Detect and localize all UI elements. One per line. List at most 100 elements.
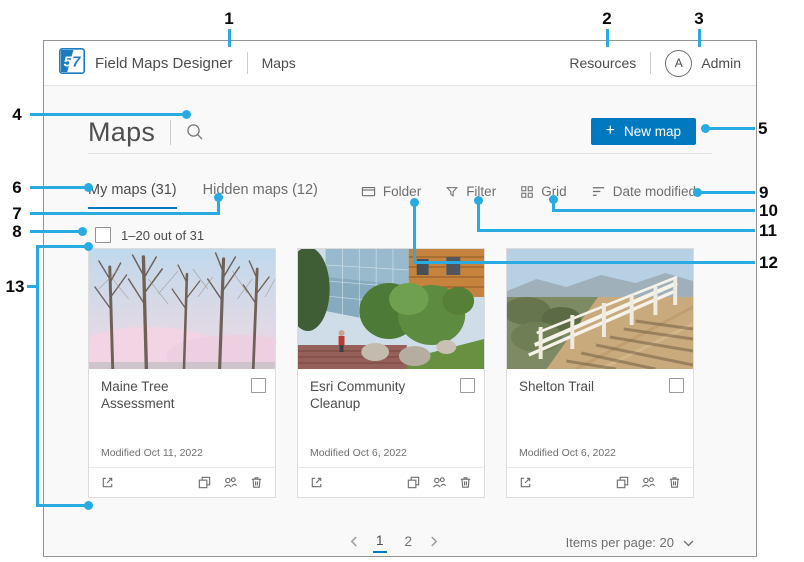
callout-12: 12 bbox=[759, 253, 785, 273]
map-title: Maine Tree Assessment bbox=[101, 379, 245, 413]
map-card-body: Esri Community Cleanup Modified Oct 6, 2… bbox=[298, 369, 484, 468]
delete-icon[interactable] bbox=[458, 475, 473, 490]
callout-8-dot bbox=[78, 227, 87, 236]
page-title: Maps bbox=[88, 117, 155, 148]
map-thumbnail bbox=[298, 249, 484, 369]
items-per-page-label: Items per page: 20 bbox=[566, 535, 674, 550]
map-checkbox[interactable] bbox=[460, 378, 475, 393]
app-window: 5 7 Field Maps Designer Maps Resources A… bbox=[43, 40, 757, 557]
plus-icon: + bbox=[606, 123, 615, 139]
username[interactable]: Admin bbox=[701, 55, 741, 71]
map-card-footer bbox=[89, 467, 275, 497]
callout-1: 1 bbox=[222, 9, 236, 29]
resources-link[interactable]: Resources bbox=[569, 55, 636, 71]
callout-6-line bbox=[30, 186, 86, 189]
duplicate-icon[interactable] bbox=[197, 475, 212, 490]
callout-13-bottom-dot bbox=[84, 501, 93, 510]
callout-7: 7 bbox=[6, 204, 28, 224]
share-group-icon[interactable] bbox=[641, 475, 656, 490]
avatar-initial: A bbox=[675, 56, 683, 70]
callout-2: 2 bbox=[600, 9, 614, 29]
callout-10-line bbox=[552, 209, 755, 212]
title-rule bbox=[88, 153, 712, 154]
filter-icon bbox=[445, 185, 459, 199]
callout-9: 9 bbox=[759, 183, 785, 203]
map-title: Esri Community Cleanup bbox=[310, 379, 454, 413]
selection-row: 1–20 out of 31 bbox=[95, 227, 204, 243]
sort-label: Date modified bbox=[613, 184, 696, 199]
map-title: Shelton Trail bbox=[519, 379, 663, 396]
pagination: 1 2 bbox=[324, 533, 464, 553]
select-all-checkbox[interactable] bbox=[95, 227, 111, 243]
prev-page-icon[interactable] bbox=[350, 536, 358, 550]
map-card[interactable]: Maine Tree Assessment Modified Oct 11, 2… bbox=[88, 248, 276, 498]
callout-6: 6 bbox=[6, 178, 28, 198]
page-2[interactable]: 2 bbox=[402, 534, 416, 552]
callout-11-dot bbox=[474, 196, 483, 205]
sort-icon bbox=[591, 185, 606, 198]
map-card-body: Maine Tree Assessment Modified Oct 11, 2… bbox=[89, 369, 275, 468]
callout-9-line bbox=[700, 191, 755, 194]
app-title: Field Maps Designer bbox=[95, 55, 233, 72]
callout-12-dot bbox=[410, 198, 419, 207]
folder-icon bbox=[361, 184, 376, 199]
callout-11: 11 bbox=[759, 221, 785, 241]
callout-5-dot bbox=[701, 124, 710, 133]
folder-label: Folder bbox=[383, 184, 421, 199]
callout-13-bottom-line bbox=[38, 504, 88, 507]
new-map-button[interactable]: + New map bbox=[591, 118, 696, 145]
open-map-icon[interactable] bbox=[518, 475, 533, 490]
map-modified-date: Modified Oct 6, 2022 bbox=[310, 447, 407, 459]
maps-tabs: My maps (31) Hidden maps (12) bbox=[88, 182, 318, 209]
callout-5: 5 bbox=[758, 119, 784, 139]
folder-button[interactable]: Folder bbox=[361, 184, 421, 199]
list-toolbar: Folder Filter Grid bbox=[361, 184, 696, 199]
callout-12-line-2 bbox=[413, 203, 416, 264]
map-card[interactable]: Esri Community Cleanup Modified Oct 6, 2… bbox=[297, 248, 485, 498]
map-card-grid: Maine Tree Assessment Modified Oct 11, 2… bbox=[88, 248, 694, 498]
new-map-label: New map bbox=[624, 124, 681, 139]
search-icon[interactable] bbox=[186, 123, 204, 141]
page-1[interactable]: 1 bbox=[373, 533, 387, 553]
duplicate-icon[interactable] bbox=[406, 475, 421, 490]
map-card[interactable]: Shelton Trail Modified Oct 6, 2022 bbox=[506, 248, 694, 498]
avatar[interactable]: A bbox=[665, 50, 692, 77]
grid-view-button[interactable]: Grid bbox=[520, 184, 567, 199]
callout-3: 3 bbox=[692, 9, 706, 29]
app-header: 5 7 Field Maps Designer Maps Resources A… bbox=[44, 41, 756, 86]
delete-icon[interactable] bbox=[667, 475, 682, 490]
map-thumbnail bbox=[507, 249, 693, 369]
duplicate-icon[interactable] bbox=[615, 475, 630, 490]
callout-1-line bbox=[228, 29, 231, 47]
callout-4-dot bbox=[182, 110, 191, 119]
map-modified-date: Modified Oct 11, 2022 bbox=[101, 447, 203, 459]
map-checkbox[interactable] bbox=[251, 378, 266, 393]
map-thumbnail bbox=[89, 249, 275, 369]
tab-my-maps[interactable]: My maps (31) bbox=[88, 182, 177, 209]
callout-13-bracket bbox=[36, 245, 39, 507]
map-card-footer bbox=[298, 467, 484, 497]
open-map-icon[interactable] bbox=[100, 475, 115, 490]
share-group-icon[interactable] bbox=[223, 475, 238, 490]
next-page-icon[interactable] bbox=[430, 536, 438, 550]
delete-icon[interactable] bbox=[249, 475, 264, 490]
callout-11-line-2 bbox=[477, 201, 480, 232]
callout-8: 8 bbox=[6, 222, 28, 242]
callout-4: 4 bbox=[6, 105, 28, 125]
callout-8-line bbox=[30, 230, 80, 233]
filter-button[interactable]: Filter bbox=[445, 184, 496, 199]
callout-2-line bbox=[606, 29, 609, 47]
map-card-footer bbox=[507, 467, 693, 497]
map-checkbox[interactable] bbox=[669, 378, 684, 393]
callout-6-dot bbox=[84, 183, 93, 192]
chevron-down-icon bbox=[683, 535, 694, 550]
title-divider bbox=[170, 120, 171, 145]
open-map-icon[interactable] bbox=[309, 475, 324, 490]
items-per-page-select[interactable]: Items per page: 20 bbox=[566, 535, 694, 550]
callout-11-line bbox=[477, 229, 755, 232]
callout-9-dot bbox=[693, 188, 702, 197]
nav-tab-maps[interactable]: Maps bbox=[262, 55, 296, 71]
map-modified-date: Modified Oct 6, 2022 bbox=[519, 447, 616, 459]
share-group-icon[interactable] bbox=[432, 475, 447, 490]
sort-button[interactable]: Date modified bbox=[591, 184, 696, 199]
